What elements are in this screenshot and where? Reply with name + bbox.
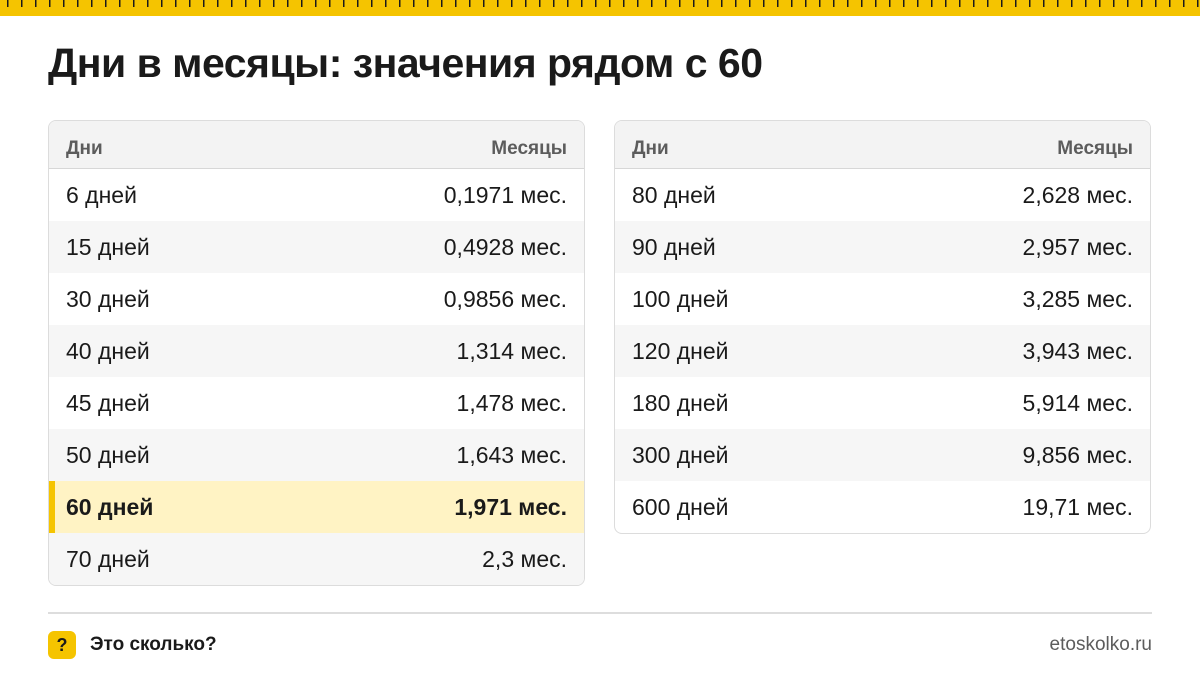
cell-days: 60 дней [66,493,154,520]
cell-months: 0,1971 мес. [443,181,567,208]
table-row-highlighted: 60 дней 1,971 мес. [49,481,584,533]
cell-months: 0,9856 мес. [443,285,567,312]
cell-days: 15 дней [66,233,150,260]
cell-days: 90 дней [632,233,716,260]
cell-months: 0,4928 мес. [443,233,567,260]
page-title: Дни в месяцы: значения рядом с 60 [48,40,763,86]
cell-days: 600 дней [632,493,729,520]
cell-days: 300 дней [632,441,729,468]
table-header: Дни Месяцы [49,121,584,169]
column-header-months: Месяцы [1057,137,1133,159]
cell-days: 70 дней [66,545,150,572]
column-header-days: Дни [66,137,103,159]
cell-days: 50 дней [66,441,150,468]
cell-days: 30 дней [66,285,150,312]
brand-name: Это сколько? [90,634,217,655]
table-row: 120 дней 3,943 мес. [615,325,1150,377]
table-row: 100 дней 3,285 мес. [615,273,1150,325]
brand: ? Это сколько? [48,631,217,659]
question-mark-icon: ? [48,631,76,659]
table-row: 600 дней 19,71 мес. [615,481,1150,533]
cell-months: 19,71 мес. [1022,493,1133,520]
cell-months: 1,478 мес. [456,389,567,416]
table-row: 50 дней 1,643 мес. [49,429,584,481]
cell-days: 120 дней [632,337,729,364]
site-url: etoskolko.ru [1049,634,1152,655]
conversion-table-left: Дни Месяцы 6 дней 0,1971 мес. 15 дней 0,… [48,120,585,586]
cell-months: 1,643 мес. [456,441,567,468]
cell-days: 100 дней [632,285,729,312]
cell-months: 3,943 мес. [1022,337,1133,364]
table-row: 45 дней 1,478 мес. [49,377,584,429]
cell-months: 2,957 мес. [1022,233,1133,260]
table-row: 40 дней 1,314 мес. [49,325,584,377]
table-row: 70 дней 2,3 мес. [49,533,584,585]
column-header-months: Месяцы [491,137,567,159]
table-row: 15 дней 0,4928 мес. [49,221,584,273]
cell-days: 80 дней [632,181,716,208]
cell-months: 3,285 мес. [1022,285,1133,312]
column-header-days: Дни [632,137,669,159]
cell-months: 1,971 мес. [454,493,567,520]
conversion-table-right: Дни Месяцы 80 дней 2,628 мес. 90 дней 2,… [614,120,1151,534]
footer-divider [48,612,1152,614]
table-row: 300 дней 9,856 мес. [615,429,1150,481]
cell-months: 2,628 мес. [1022,181,1133,208]
cell-months: 2,3 мес. [482,545,567,572]
cell-months: 1,314 мес. [456,337,567,364]
cell-days: 180 дней [632,389,729,416]
table-row: 80 дней 2,628 мес. [615,169,1150,221]
table-row: 90 дней 2,957 мес. [615,221,1150,273]
table-row: 180 дней 5,914 мес. [615,377,1150,429]
cell-months: 5,914 мес. [1022,389,1133,416]
cell-days: 6 дней [66,181,137,208]
cell-days: 45 дней [66,389,150,416]
ruler-top-border [0,0,1200,16]
cell-days: 40 дней [66,337,150,364]
cell-months: 9,856 мес. [1022,441,1133,468]
table-row: 6 дней 0,1971 мес. [49,169,584,221]
table-row: 30 дней 0,9856 мес. [49,273,584,325]
table-header: Дни Месяцы [615,121,1150,169]
